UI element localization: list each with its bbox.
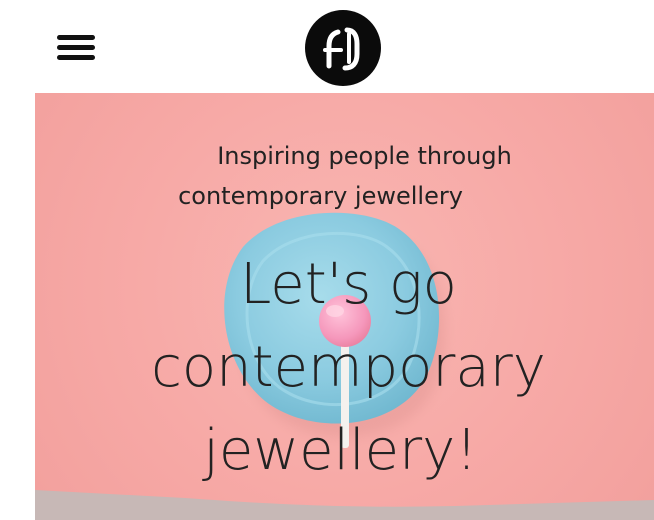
- hero-tagline-line-2: contemporary jewellery: [178, 182, 463, 210]
- page: Inspiring people through contemporary je…: [0, 0, 654, 520]
- hero-headline-line-1: Let's go: [240, 252, 457, 317]
- brand-monogram-glyph: [323, 27, 360, 71]
- hero-headline-line-2: contemporary: [151, 335, 546, 400]
- hero-tagline-line-1: Inspiring people through: [217, 142, 512, 170]
- top-navigation-bar: [0, 0, 654, 93]
- hero-banner: Inspiring people through contemporary je…: [35, 93, 654, 520]
- hero-headline-line-3: jewellery!: [203, 418, 478, 483]
- hero-bottom-divider: [35, 490, 654, 520]
- hamburger-menu-icon[interactable]: [57, 32, 97, 62]
- brand-logo-icon[interactable]: [305, 10, 381, 86]
